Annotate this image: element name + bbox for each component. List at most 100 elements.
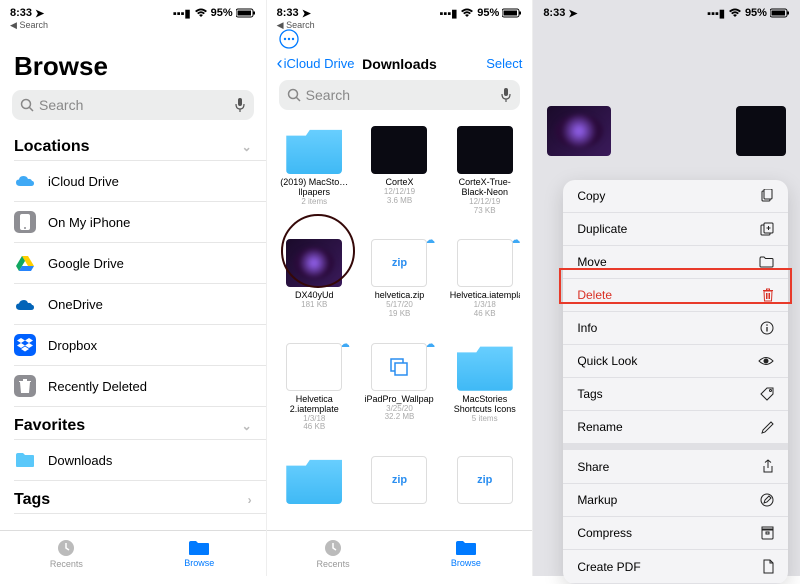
status-time: 8:33 [277, 7, 299, 19]
file-item[interactable]: ☁iPadPro_Wallpaper3/25/2032.2 MB [358, 339, 441, 450]
chevron-right-icon: › [248, 493, 252, 507]
background-thumbnail [736, 106, 786, 156]
page-title: Browse [0, 31, 266, 90]
battery-percent: 95% [745, 7, 767, 19]
file-item[interactable]: ☁Helvetica.iatemplate1/3/1846 KB [443, 235, 526, 336]
screen-downloads: 8:33➤ ▪▪▪▮95% ◀ Search ‹iCloud Drive Dow… [267, 0, 534, 576]
more-options-button[interactable] [267, 29, 533, 49]
location-dropbox[interactable]: Dropbox [0, 325, 266, 365]
location-google-drive[interactable]: Google Drive [0, 243, 266, 283]
screen-browse: 8:33➤ ▪▪▪▮ 95% ◀ Search Browse Search Lo… [0, 0, 267, 576]
copy-icon [760, 189, 774, 203]
menu-create-pdf[interactable]: Create PDF [563, 550, 788, 584]
select-button[interactable]: Select [437, 56, 523, 71]
mic-icon[interactable] [500, 87, 512, 103]
file-item[interactable]: CorteX-True-Black-Neon12/12/1973 KB [443, 122, 526, 233]
archive-icon [761, 526, 774, 540]
image-thumbnail [457, 126, 513, 174]
search-icon [287, 88, 301, 102]
favorite-downloads[interactable]: Downloads [0, 440, 266, 480]
location-on-my-iphone[interactable]: On My iPhone [0, 202, 266, 242]
clock-icon [56, 538, 76, 558]
location-icloud-drive[interactable]: iCloud Drive [0, 161, 266, 201]
chevron-down-icon: ⌄ [242, 419, 252, 433]
tab-browse[interactable]: Browse [133, 531, 266, 576]
location-icon: ➤ [568, 7, 577, 20]
location-icon: ➤ [302, 7, 311, 20]
location-onedrive[interactable]: OneDrive [0, 284, 266, 324]
file-item[interactable]: DX40yUd181 KB [273, 235, 356, 336]
file-item[interactable] [273, 452, 356, 526]
file-icon [457, 239, 513, 287]
mic-icon[interactable] [234, 97, 246, 113]
chevron-left-icon: ◀ [10, 20, 17, 30]
menu-markup[interactable]: Markup [563, 484, 788, 517]
status-bar: 8:33➤ ▪▪▪▮95% [533, 0, 800, 22]
status-bar: 8:33➤ ▪▪▪▮ 95% [0, 0, 266, 22]
context-menu: Copy Duplicate Move Delete Info Quick Lo… [563, 180, 788, 584]
pencil-icon [761, 421, 774, 434]
battery-percent: 95% [477, 7, 499, 19]
file-item[interactable]: MacStories Shortcuts Icons5 items [443, 339, 526, 450]
tag-icon [760, 387, 774, 401]
image-thumbnail [286, 239, 342, 287]
back-button[interactable]: ‹iCloud Drive [277, 53, 363, 74]
google-drive-icon [14, 252, 36, 274]
menu-delete[interactable]: Delete [563, 279, 788, 312]
menu-share[interactable]: Share [563, 450, 788, 484]
tab-recents[interactable]: Recents [0, 531, 133, 576]
folder-icon [286, 456, 342, 504]
tab-recents[interactable]: Recents [267, 531, 400, 576]
file-item[interactable]: zip [358, 452, 441, 526]
eye-icon [758, 356, 774, 366]
battery-icon [502, 8, 522, 18]
onedrive-icon [14, 293, 36, 315]
file-item[interactable]: ☁Helvetica 2.iatemplate1/3/1846 KB [273, 339, 356, 450]
menu-compress[interactable]: Compress [563, 517, 788, 550]
favorites-header[interactable]: Favorites ⌄ [0, 407, 266, 439]
location-recently-deleted[interactable]: Recently Deleted [0, 366, 266, 406]
menu-tags[interactable]: Tags [563, 378, 788, 411]
file-item[interactable]: zip [443, 452, 526, 526]
selected-file-preview[interactable] [547, 106, 611, 156]
search-placeholder: Search [39, 97, 234, 113]
zip-icon: zip [371, 239, 427, 287]
status-bar: 8:33➤ ▪▪▪▮ 95% [267, 0, 533, 22]
screen-context-menu: 8:33➤ ▪▪▪▮95% Copy Duplicate Move Delete… [533, 0, 800, 576]
locations-header[interactable]: Locations ⌄ [0, 128, 266, 160]
search-input[interactable]: Search [12, 90, 254, 120]
file-item[interactable]: CorteX12/12/193.6 MB [358, 122, 441, 233]
markup-icon [760, 493, 774, 507]
zip-icon: zip [371, 456, 427, 504]
signal-icon: ▪▪▪▮ [173, 7, 191, 20]
signal-icon: ▪▪▪▮ [440, 7, 458, 20]
trash-icon [14, 375, 36, 397]
share-icon [762, 459, 774, 474]
battery-icon [236, 8, 256, 18]
file-item[interactable]: ☁ziphelvetica.zip5/17/2019 KB [358, 235, 441, 336]
trash-icon [762, 288, 774, 302]
icloud-icon [14, 170, 36, 192]
menu-rename[interactable]: Rename [563, 411, 788, 444]
tab-browse[interactable]: Browse [399, 531, 532, 576]
dropbox-icon [14, 334, 36, 356]
pdf-icon [762, 559, 774, 574]
iphone-icon [14, 211, 36, 233]
menu-info[interactable]: Info [563, 312, 788, 345]
back-to-search[interactable]: ◀ Search [0, 20, 266, 31]
menu-quick-look[interactable]: Quick Look [563, 345, 788, 378]
menu-duplicate[interactable]: Duplicate [563, 213, 788, 246]
tab-bar: Recents Browse [0, 530, 266, 576]
signal-icon: ▪▪▪▮ [707, 7, 725, 20]
search-input[interactable]: Search [279, 80, 521, 110]
menu-move[interactable]: Move [563, 246, 788, 279]
zip-icon: zip [457, 456, 513, 504]
menu-copy[interactable]: Copy [563, 180, 788, 213]
tab-bar: Recents Browse [267, 530, 533, 576]
file-icon [286, 343, 342, 391]
folder-icon [188, 539, 210, 557]
file-item[interactable]: (2019) MacSto…llpapers2 items [273, 122, 356, 233]
tags-header[interactable]: Tags › [0, 481, 266, 513]
chevron-down-icon: ⌄ [242, 140, 252, 154]
nav-bar: ‹iCloud Drive Downloads Select [267, 49, 533, 80]
